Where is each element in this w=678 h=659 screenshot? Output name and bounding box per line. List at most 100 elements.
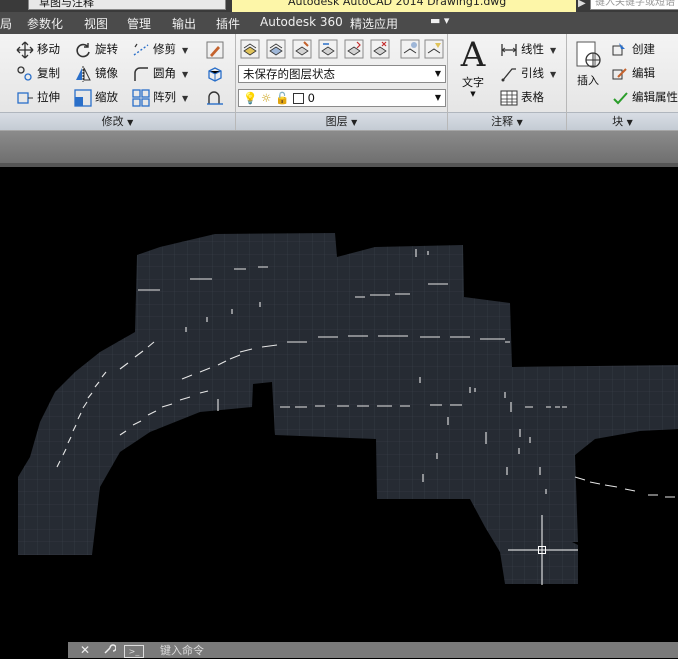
mirror-button[interactable]: 镜像 <box>74 63 118 83</box>
match-properties-button[interactable] <box>206 39 227 59</box>
edit-attributes-icon <box>611 89 629 107</box>
mirror-label: 镜像 <box>95 66 118 80</box>
layer-previous-icon[interactable] <box>318 39 338 59</box>
annotation-panel-title[interactable]: 注释 ▼ <box>448 112 566 130</box>
chevron-down-icon: ▼ <box>127 118 134 127</box>
move-label: 移动 <box>37 42 60 56</box>
chevron-down-icon[interactable]: ▼ <box>550 70 556 79</box>
layer-off-icon[interactable] <box>424 39 444 59</box>
current-layer-name: 0 <box>307 91 315 105</box>
grid-overlay <box>18 233 678 584</box>
modify-panel-title[interactable]: 修改 ▼ <box>0 112 235 130</box>
text-button[interactable]: A 文字 ▼ <box>456 36 490 102</box>
layers-panel: 未保存的图层状态 ▼ 💡 ☼ 🔓 0 ▼ 图层 ▼ <box>236 34 448 130</box>
linear-dimension-icon <box>500 41 518 59</box>
explode-button[interactable] <box>206 63 227 83</box>
scale-button[interactable]: 缩放 <box>74 87 118 107</box>
menu-item-featured-apps[interactable]: 精选应用 <box>350 15 398 32</box>
scale-icon <box>74 88 92 107</box>
close-icon[interactable]: ✕ <box>80 643 90 657</box>
table-icon <box>500 89 518 107</box>
stretch-button[interactable]: 拉伸 <box>16 87 60 107</box>
modify-panel-title-label: 修改 <box>101 115 124 128</box>
chevron-down-icon: ▼ <box>626 118 633 127</box>
create-label: 创建 <box>632 42 655 56</box>
fillet-icon <box>132 65 150 83</box>
mirror-icon <box>74 65 92 83</box>
move-button[interactable]: 移动 <box>16 39 60 59</box>
edit-attributes-button[interactable]: 编辑属性 <box>611 87 678 107</box>
unlock-icon: 🔓 <box>274 91 290 105</box>
layers-panel-title[interactable]: 图层 ▼ <box>236 112 447 130</box>
chevron-down-icon[interactable]: ▼ <box>182 94 188 103</box>
menu-item-plugins[interactable]: 插件 <box>216 15 240 32</box>
fillet-label: 圆角 <box>153 66 176 80</box>
layer-match-icon[interactable] <box>292 39 312 59</box>
chevron-right-icon[interactable]: ▶ <box>578 0 586 9</box>
trim-button[interactable]: 修剪 ▼ <box>132 39 188 59</box>
sun-icon: ☼ <box>260 91 272 105</box>
layer-freeze-icon[interactable] <box>400 39 420 59</box>
stretch-icon <box>16 89 34 107</box>
menu-item-output[interactable]: 输出 <box>172 15 196 32</box>
insert-block-icon <box>571 38 605 72</box>
menu-item-manage[interactable]: 管理 <box>127 15 151 32</box>
search-input[interactable]: 键入关键字或短语 <box>590 0 678 10</box>
menu-item-layout[interactable]: 局 <box>0 15 12 32</box>
layer-set-current-icon[interactable] <box>266 39 286 59</box>
command-input[interactable] <box>152 642 678 658</box>
chevron-down-icon[interactable]: ▼ <box>182 70 188 79</box>
table-button[interactable]: 表格 <box>500 87 544 107</box>
edit-label: 编辑 <box>632 66 655 80</box>
insert-button[interactable]: 插入 <box>571 38 605 98</box>
modify-panel: 移动 旋转 修剪 ▼ 复制 镜像 圆角 ▼ 拉伸 缩放 阵列 ▼ 修改 ▼ <box>0 34 236 130</box>
menu-item-autodesk360[interactable]: Autodesk 360 <box>260 15 343 29</box>
layer-properties-icon[interactable] <box>240 39 260 59</box>
layer-unisolate-icon[interactable] <box>370 39 390 59</box>
rotate-button[interactable]: 旋转 <box>74 39 118 59</box>
chevron-down-icon: ▼ <box>351 118 358 127</box>
block-panel-title-label: 块 <box>612 115 624 128</box>
file-tab-bar <box>0 131 678 163</box>
create-block-icon <box>611 41 629 59</box>
chevron-down-icon[interactable]: ▼ <box>182 46 188 55</box>
insert-label: 插入 <box>577 74 599 87</box>
array-label: 阵列 <box>153 90 176 104</box>
edit-block-icon <box>611 65 629 83</box>
chevron-down-icon: ▼ <box>434 69 441 78</box>
color-swatch <box>292 93 304 104</box>
annotation-panel-title-label: 注释 <box>491 115 514 128</box>
drawing-canvas[interactable] <box>0 167 678 637</box>
layer-isolate-icon[interactable] <box>344 39 364 59</box>
command-prompt-icon[interactable]: >_ <box>124 645 144 658</box>
layer-state-dropdown[interactable]: 未保存的图层状态 ▼ <box>238 65 446 83</box>
chevron-down-icon: ▼ <box>516 118 523 127</box>
linear-label: 线性 <box>521 42 544 56</box>
fillet-button[interactable]: 圆角 ▼ <box>132 63 188 83</box>
leader-icon <box>500 65 518 83</box>
wrench-icon[interactable] <box>102 642 117 656</box>
leader-button[interactable]: 引线 ▼ <box>500 63 556 83</box>
array-button[interactable]: 阵列 ▼ <box>132 87 188 107</box>
workspace-name: 草图与注释 <box>39 0 94 9</box>
menu-bar: 局 参数化 视图 管理 输出 插件 Autodesk 360 精选应用 ▬ ▾ <box>0 12 678 34</box>
block-panel-title[interactable]: 块 ▼ <box>567 112 678 130</box>
workspace-switcher[interactable]: 草图与注释 <box>28 0 226 10</box>
workspace-dropdown-icon[interactable]: ▬ ▾ <box>430 14 449 27</box>
current-layer-dropdown[interactable]: 💡 ☼ 🔓 0 ▼ <box>238 89 446 107</box>
menu-item-parametric[interactable]: 参数化 <box>27 15 63 32</box>
move-icon <box>16 41 34 59</box>
menu-item-view[interactable]: 视图 <box>84 15 108 32</box>
stretch-label: 拉伸 <box>37 90 60 104</box>
chevron-down-icon[interactable]: ▼ <box>550 46 556 55</box>
create-block-button[interactable]: 创建 <box>611 39 655 59</box>
block-panel: 插入 创建 编辑 编辑属性 块 ▼ <box>567 34 678 130</box>
rotate-icon <box>74 41 92 59</box>
copy-button[interactable]: 复制 <box>16 63 60 83</box>
ribbon: 移动 旋转 修剪 ▼ 复制 镜像 圆角 ▼ 拉伸 缩放 阵列 ▼ 修改 ▼ 未保… <box>0 34 678 131</box>
linear-dimension-button[interactable]: 线性 ▼ <box>500 39 556 59</box>
offset-icon <box>206 89 224 107</box>
offset-button[interactable] <box>206 87 227 107</box>
edit-block-button[interactable]: 编辑 <box>611 63 655 83</box>
title-bar: 草图与注释 Autodesk AutoCAD 2014 Drawing1.dwg… <box>0 0 678 12</box>
